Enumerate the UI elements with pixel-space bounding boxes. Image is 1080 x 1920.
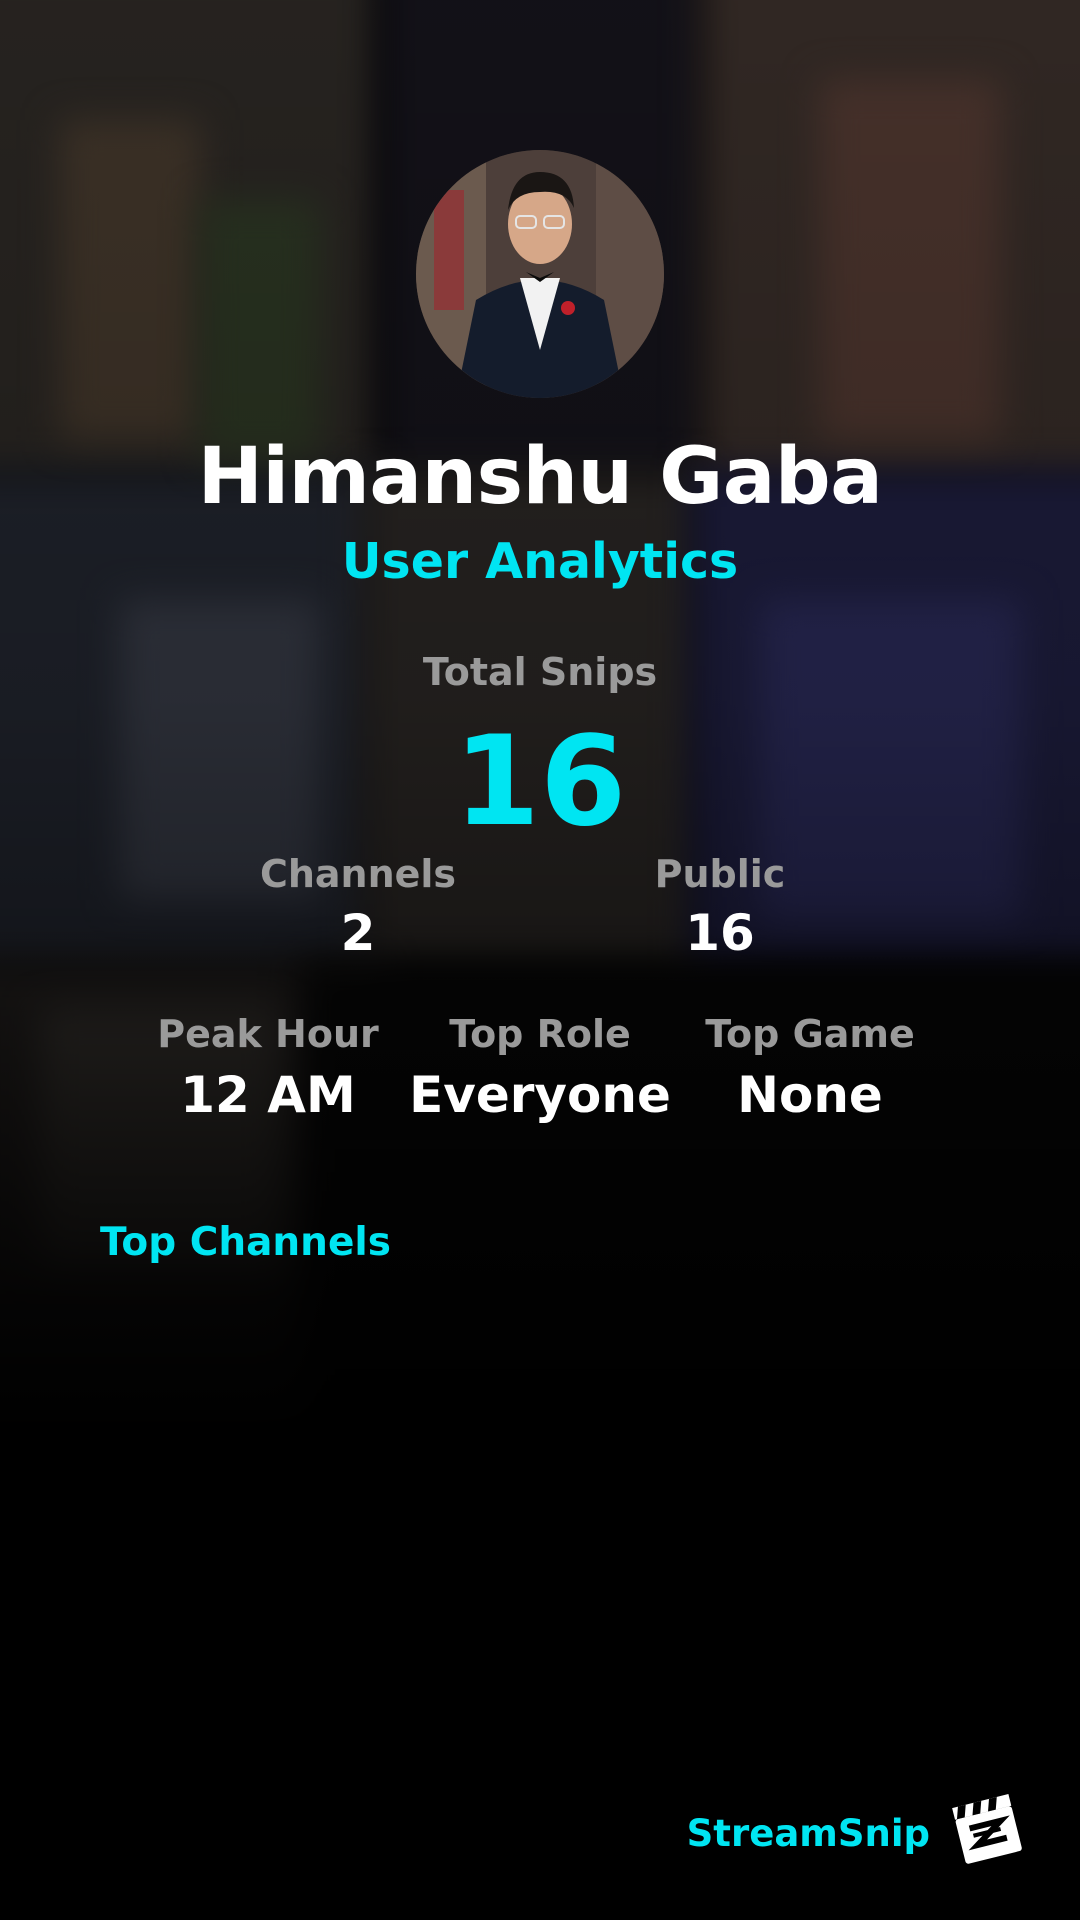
total-snips-label: Total Snips	[422, 650, 658, 694]
stat-value: None	[737, 1066, 883, 1124]
stat-public: Public 16	[580, 852, 860, 962]
clapperboard-icon	[950, 1790, 1026, 1866]
stat-label: Top Game	[705, 1012, 915, 1056]
total-snips-value: 16	[453, 710, 627, 854]
page-subtitle: User Analytics	[341, 533, 739, 590]
top-channels-heading: Top Channels	[100, 1220, 391, 1265]
stat-value: 16	[685, 904, 755, 962]
stat-label: Channels	[259, 852, 457, 896]
stat-value: 2	[340, 904, 376, 962]
stat-value: 12 AM	[180, 1066, 356, 1124]
stat-channels: Channels 2	[218, 852, 498, 962]
stat-label: Public	[654, 852, 786, 896]
stat-label: Peak Hour	[157, 1012, 379, 1056]
stat-top-game: Top Game None	[670, 1012, 950, 1124]
profile-name: Himanshu Gaba	[197, 432, 883, 522]
stat-label: Top Role	[449, 1012, 631, 1056]
stat-peak-hour: Peak Hour 12 AM	[128, 1012, 408, 1124]
avatar	[416, 150, 664, 398]
stat-top-role: Top Role Everyone	[390, 1012, 690, 1124]
brand-name: StreamSnip	[686, 1812, 930, 1855]
stat-value: Everyone	[409, 1066, 671, 1124]
